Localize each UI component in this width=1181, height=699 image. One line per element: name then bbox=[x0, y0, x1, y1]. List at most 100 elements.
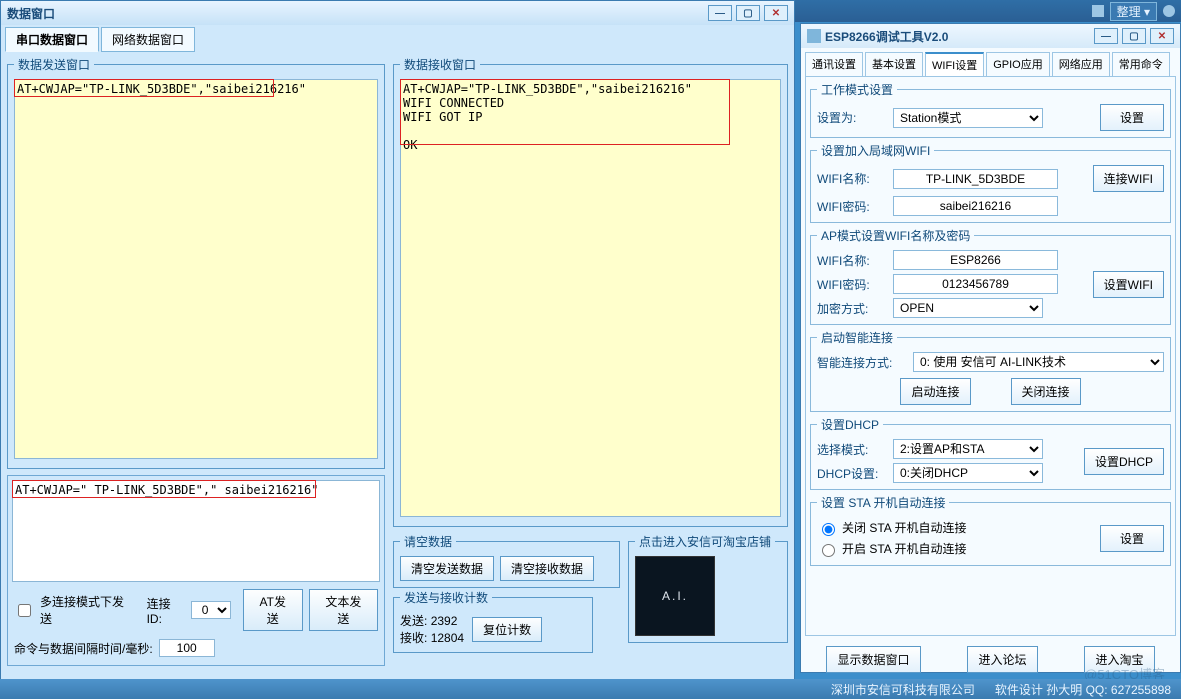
help-icon[interactable] bbox=[1163, 5, 1175, 17]
enc-select[interactable]: OPEN bbox=[893, 298, 1043, 318]
right-titlebar: ESP8266调试工具V2.0 — ▢ ✕ bbox=[801, 24, 1180, 48]
tab-comm[interactable]: 通讯设置 bbox=[805, 52, 863, 76]
recv-group-legend: 数据接收窗口 bbox=[400, 56, 480, 73]
maximize-icon[interactable]: ▢ bbox=[736, 5, 760, 21]
forum-button[interactable]: 进入论坛 bbox=[967, 646, 1037, 673]
footer-designer: 软件设计 孙大明 QQ: 627255898 bbox=[995, 681, 1171, 698]
left-tabs: 串口数据窗口 网络数据窗口 bbox=[1, 25, 794, 52]
arrange-button[interactable]: 整理 ▾ bbox=[1110, 2, 1157, 21]
minimize-icon[interactable]: — bbox=[708, 5, 732, 21]
send-textarea-2[interactable]: AT+CWJAP=" TP-LINK_5D3BDE"," saibei21621… bbox=[12, 480, 380, 582]
taobao-legend: 点击进入安信可淘宝店铺 bbox=[635, 533, 775, 550]
maximize-icon[interactable]: ▢ bbox=[1122, 28, 1146, 44]
send-group: 数据发送窗口 AT+CWJAP="TP-LINK_5D3BDE","saibei… bbox=[7, 56, 385, 469]
send-group-legend: 数据发送窗口 bbox=[14, 56, 94, 73]
enc-label: 加密方式: bbox=[817, 300, 887, 317]
workmode-set-button[interactable]: 设置 bbox=[1100, 104, 1164, 131]
taobao-button[interactable]: 进入淘宝 bbox=[1084, 646, 1154, 673]
join-lan-legend: 设置加入局域网WIFI bbox=[817, 142, 934, 159]
recv-group: 数据接收窗口 AT+CWJAP="TP-LINK_5D3BDE","saibei… bbox=[393, 56, 788, 527]
tab-cmds[interactable]: 常用命令 bbox=[1112, 52, 1170, 76]
connect-wifi-button[interactable]: 连接WIFI bbox=[1093, 165, 1164, 192]
ap-group: AP模式设置WIFI名称及密码 WIFI名称: WIFI密码: 加密方式: OPE… bbox=[810, 227, 1171, 325]
wifi-name-input[interactable] bbox=[893, 169, 1058, 189]
ap-pwd-label: WIFI密码: bbox=[817, 276, 887, 293]
dhcp-legend: 设置DHCP bbox=[817, 416, 883, 433]
tab-gpio[interactable]: GPIO应用 bbox=[986, 52, 1050, 76]
data-window: 数据窗口 — ▢ ✕ 串口数据窗口 网络数据窗口 数据发送窗口 AT+CWJAP… bbox=[0, 0, 795, 699]
multilink-checkbox[interactable] bbox=[18, 604, 31, 617]
left-titlebar: 数据窗口 — ▢ ✕ bbox=[1, 1, 794, 25]
clear-legend: 请空数据 bbox=[400, 533, 456, 550]
wifi-name-label: WIFI名称: bbox=[817, 170, 887, 187]
send-textarea[interactable]: AT+CWJAP="TP-LINK_5D3BDE","saibei216216" bbox=[14, 79, 378, 459]
rx-value: 12804 bbox=[431, 631, 464, 645]
wifi-pwd-input[interactable] bbox=[893, 196, 1058, 216]
clear-send-button[interactable]: 清空发送数据 bbox=[400, 556, 494, 581]
ap-name-input[interactable] bbox=[893, 250, 1058, 270]
ap-name-label: WIFI名称: bbox=[817, 252, 887, 269]
ap-legend: AP模式设置WIFI名称及密码 bbox=[817, 227, 974, 244]
sta-off-radio[interactable]: 关闭 STA 开机自动连接 bbox=[817, 517, 1100, 538]
workmode-select[interactable]: Station模式 bbox=[893, 108, 1043, 128]
interval-input[interactable] bbox=[159, 639, 215, 657]
recv-textarea[interactable]: AT+CWJAP="TP-LINK_5D3BDE","saibei216216"… bbox=[400, 79, 781, 517]
tab-network[interactable]: 网络应用 bbox=[1052, 52, 1110, 76]
right-tabs: 通讯设置 基本设置 WIFI设置 GPIO应用 网络应用 常用命令 bbox=[801, 48, 1180, 76]
wifi-pwd-label: WIFI密码: bbox=[817, 198, 887, 215]
smart-legend: 启动智能连接 bbox=[817, 329, 897, 346]
sta-group: 设置 STA 开机自动连接 关闭 STA 开机自动连接 开启 STA 开机自动连… bbox=[810, 494, 1171, 566]
select-mode-label: 选择模式: bbox=[817, 441, 887, 458]
set-as-label: 设置为: bbox=[817, 109, 887, 126]
workmode-legend: 工作模式设置 bbox=[817, 81, 897, 98]
stats-legend: 发送与接收计数 bbox=[400, 589, 492, 606]
select-mode-select[interactable]: 2:设置AP和STA bbox=[893, 439, 1043, 459]
conn-id-label: 连接ID: bbox=[147, 595, 186, 626]
sta-set-button[interactable]: 设置 bbox=[1100, 525, 1164, 552]
footer: 深圳市安信可科技有限公司 软件设计 孙大明 QQ: 627255898 bbox=[0, 679, 1181, 699]
stats-group: 发送与接收计数 发送: 2392 接收: 12804 复位计数 bbox=[393, 589, 593, 653]
sta-on-radio[interactable]: 开启 STA 开机自动连接 bbox=[817, 538, 1100, 559]
taobao-group: 点击进入安信可淘宝店铺 A.I. bbox=[628, 533, 788, 643]
reset-count-button[interactable]: 复位计数 bbox=[472, 617, 542, 642]
text-send-button[interactable]: 文本发送 bbox=[309, 589, 378, 631]
shell-topbar: 整理 ▾ bbox=[795, 0, 1181, 22]
minimize-icon[interactable]: — bbox=[1094, 28, 1118, 44]
dhcp-set-select[interactable]: 0:关闭DHCP bbox=[893, 463, 1043, 483]
dhcp-set-label: DHCP设置: bbox=[817, 465, 887, 482]
tab-wifi[interactable]: WIFI设置 bbox=[925, 52, 984, 76]
app-icon bbox=[807, 29, 821, 43]
footer-company: 深圳市安信可科技有限公司 bbox=[831, 681, 975, 698]
tab-net-data[interactable]: 网络数据窗口 bbox=[101, 27, 195, 52]
right-title: ESP8266调试工具V2.0 bbox=[825, 28, 948, 45]
start-conn-button[interactable]: 启动连接 bbox=[900, 378, 970, 405]
interval-label: 命令与数据间隔时间/毫秒: bbox=[14, 640, 153, 657]
clear-group: 请空数据 清空发送数据 清空接收数据 bbox=[393, 533, 620, 588]
show-data-button[interactable]: 显示数据窗口 bbox=[826, 646, 920, 673]
tx-label: 发送: bbox=[400, 614, 427, 628]
ap-pwd-input[interactable] bbox=[893, 274, 1058, 294]
taobao-image[interactable]: A.I. bbox=[635, 556, 715, 636]
clear-recv-button[interactable]: 清空接收数据 bbox=[500, 556, 594, 581]
tab-serial-data[interactable]: 串口数据窗口 bbox=[5, 27, 99, 52]
tab-basic[interactable]: 基本设置 bbox=[865, 52, 923, 76]
grid-icon bbox=[1092, 5, 1104, 17]
close-conn-button[interactable]: 关闭连接 bbox=[1011, 378, 1081, 405]
close-icon[interactable]: ✕ bbox=[1150, 28, 1174, 44]
multilink-label: 多连接模式下发送 bbox=[40, 593, 135, 627]
esp8266-window: ESP8266调试工具V2.0 — ▢ ✕ 通讯设置 基本设置 WIFI设置 G… bbox=[800, 23, 1181, 673]
smart-group: 启动智能连接 智能连接方式: 0: 使用 安信可 AI-LINK技术 启动连接 … bbox=[810, 329, 1171, 412]
tx-value: 2392 bbox=[431, 614, 458, 628]
at-send-button[interactable]: AT发送 bbox=[243, 589, 303, 631]
right-bottom-buttons: 显示数据窗口 进入论坛 进入淘宝 bbox=[801, 640, 1180, 679]
dhcp-group: 设置DHCP 选择模式: 2:设置AP和STA DHCP设置: 0:关闭DHCP 设… bbox=[810, 416, 1171, 490]
smart-label: 智能连接方式: bbox=[817, 354, 907, 371]
smart-select[interactable]: 0: 使用 安信可 AI-LINK技术 bbox=[913, 352, 1164, 372]
left-title: 数据窗口 bbox=[7, 5, 55, 22]
close-icon[interactable]: ✕ bbox=[764, 5, 788, 21]
set-dhcp-button[interactable]: 设置DHCP bbox=[1084, 448, 1164, 475]
set-wifi-button[interactable]: 设置WIFI bbox=[1093, 271, 1164, 298]
join-lan-group: 设置加入局域网WIFI WIFI名称: 连接WIFI WIFI密码: bbox=[810, 142, 1171, 223]
workmode-group: 工作模式设置 设置为: Station模式 设置 bbox=[810, 81, 1171, 138]
conn-id-select[interactable]: 0 bbox=[191, 601, 230, 619]
